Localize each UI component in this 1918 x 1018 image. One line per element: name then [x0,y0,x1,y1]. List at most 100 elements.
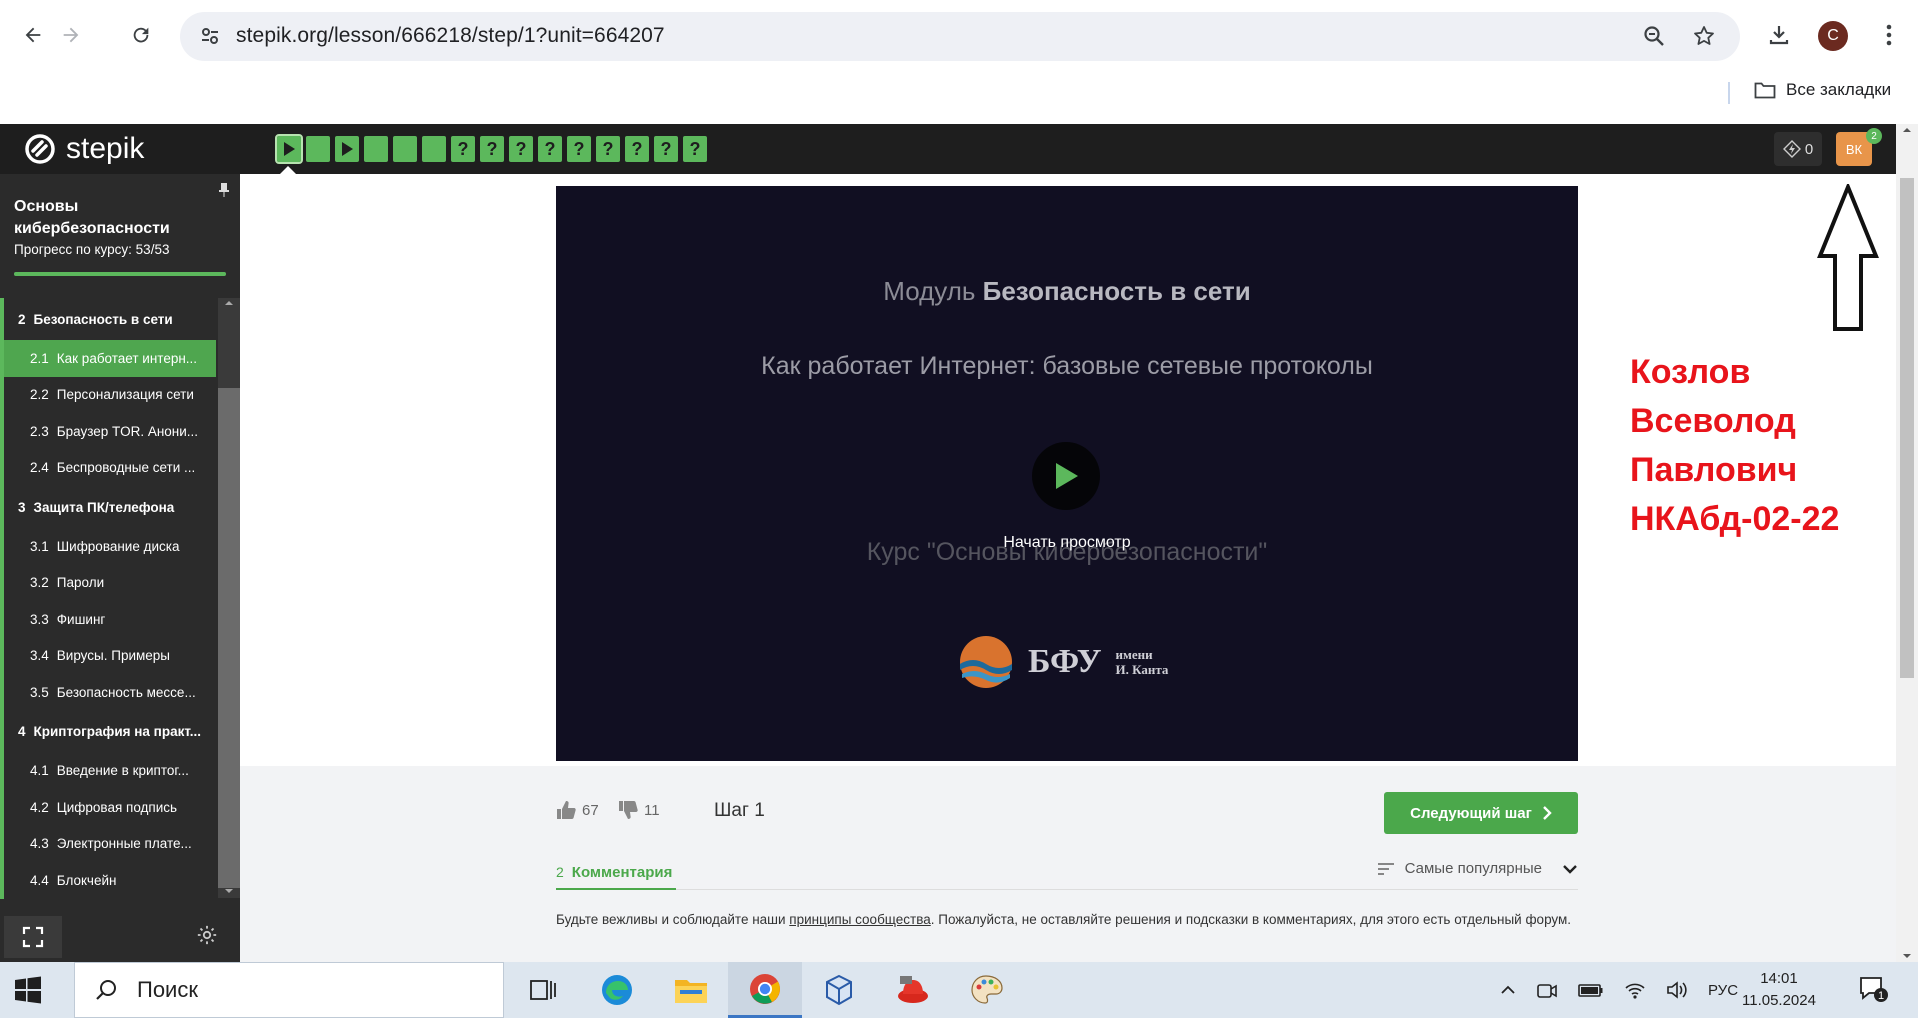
windows-logo-icon [15,976,41,1004]
pin-icon[interactable] [218,182,230,198]
meet-now-icon[interactable] [1536,980,1558,1000]
next-step-button[interactable]: Следующий шаг [1384,792,1578,834]
energy-badge[interactable]: 0 [1774,132,1822,166]
sidebar-lesson-item[interactable]: 4.4 Блокчейн [0,862,216,899]
lesson-title: Персонализация сети [56,387,194,403]
dislike-button[interactable]: 11 [618,800,660,820]
profile-avatar[interactable]: C [1818,21,1848,51]
comments-sort-select[interactable]: Самые популярные [1377,860,1578,877]
start-viewing-label[interactable]: Начать просмотр [556,534,1578,552]
notification-count-badge: 2 [1866,128,1882,144]
taskbar-paint[interactable] [950,962,1024,1018]
sidebar-section-header[interactable]: 2 Безопасность в сети [0,298,216,340]
sidebar-lesson-item[interactable]: 2.2 Персонализация сети [0,376,216,413]
back-button[interactable] [16,18,50,52]
chevron-down-icon [1563,864,1577,874]
lesson-number: 3.1 [30,538,49,554]
step-indicator[interactable] [335,136,359,162]
start-button[interactable] [14,976,42,1004]
step-indicator[interactable]: ? [596,136,620,162]
bfu-logo: БФУ имени И. Канта [958,634,1168,690]
stepik-logo[interactable]: stepik [24,132,144,166]
settings-button[interactable] [196,924,218,946]
step-indicator[interactable]: ? [654,136,678,162]
site-settings-icon[interactable] [200,26,220,46]
step-label: Шаг 1 [714,800,765,821]
sidebar-section-header[interactable]: 4 Криптография на практ... [0,710,216,753]
sidebar-lesson-item[interactable]: 3.1 Шифрование диска [0,528,216,565]
language-indicator[interactable]: РУС [1708,982,1738,999]
search-icon [96,980,116,1000]
sidebar-lesson-item[interactable]: 3.3 Фишинг [0,601,216,638]
address-bar[interactable]: stepik.org/lesson/666218/step/1?unit=664… [180,12,1740,61]
reload-button[interactable] [124,18,158,52]
taskbar-edge[interactable] [580,962,654,1018]
step-indicator[interactable]: ? [538,136,562,162]
lesson-title: Браузер TOR. Анони... [56,423,199,439]
step-indicator[interactable] [393,136,417,162]
step-indicator[interactable]: ? [509,136,533,162]
all-bookmarks-button[interactable]: Все закладки [1754,80,1891,100]
forward-button[interactable] [54,18,88,52]
fullscreen-button[interactable] [4,916,62,958]
thumbs-up-icon [557,801,576,819]
notification-icon: 1 [1860,977,1888,1002]
sidebar-scrollbar-thumb[interactable] [218,388,240,888]
community-guidelines-link[interactable]: принципы сообщества [789,912,930,927]
notification-center-button[interactable]: 1 [1858,974,1888,1004]
bookmark-star-icon[interactable] [1692,24,1716,48]
battery-icon[interactable] [1578,982,1604,998]
download-button[interactable] [1762,18,1796,52]
task-view-button[interactable] [506,962,580,1018]
taskbar-virtualbox[interactable] [802,962,876,1018]
edge-icon [602,975,632,1005]
url-text[interactable]: stepik.org/lesson/666218/step/1?unit=664… [236,24,665,48]
bfu-logo-subtitle-1: имени [1115,647,1153,662]
taskbar-chrome[interactable] [728,962,802,1018]
step-indicator[interactable]: ? [480,136,504,162]
taskbar-search-placeholder: Поиск [137,977,198,1002]
sidebar-lesson-item[interactable]: 2.3 Браузер TOR. Анони... [0,413,216,450]
play-button[interactable] [1032,442,1100,510]
chevron-up-icon[interactable] [1500,985,1516,995]
taskbar-file-explorer[interactable] [654,962,728,1018]
zoom-icon[interactable] [1642,24,1666,48]
step-indicator[interactable]: ? [451,136,475,162]
lesson-number: 4.3 [30,836,49,852]
sidebar-lesson-item[interactable]: 3.5 Безопасность мессе... [0,674,216,711]
course-sidebar: Основы кибербезопасности Прогресс по кур… [0,174,240,962]
sidebar-lesson-item[interactable]: 3.4 Вирусы. Примеры [0,637,216,674]
sidebar-lesson-item[interactable]: 2.1 Как работает интерн... [0,340,216,377]
taskbar-search[interactable]: Поиск [74,962,504,1018]
sidebar-scrollbar[interactable] [218,298,240,898]
wifi-icon[interactable] [1624,980,1646,1000]
sidebar-lesson-item[interactable]: 4.3 Электронные плате... [0,825,216,862]
bfu-logo-subtitle: имени И. Канта [1116,647,1169,677]
student-name-line: Всеволод [1630,402,1796,440]
student-name-line: Павлович [1630,451,1798,489]
tab-comments[interactable]: 2 Комментария [556,856,677,890]
step-indicator[interactable] [275,134,303,164]
step-indicator[interactable] [422,136,446,162]
video-player[interactable]: Модуль Безопасность в сети Как работает … [556,186,1578,761]
page-scrollbar[interactable] [1896,124,1918,962]
course-title[interactable]: Основы кибербезопасности [14,196,204,240]
scroll-down-icon [225,889,233,893]
chrome-menu-button[interactable] [1872,18,1906,52]
sidebar-lesson-item[interactable]: 2.4 Беспроводные сети ... [0,449,216,486]
page-scrollbar-thumb[interactable] [1900,178,1914,678]
like-button[interactable]: 67 [556,800,599,820]
sidebar-lesson-item[interactable]: 4.1 Введение в криптог... [0,752,216,789]
step-indicator[interactable]: ? [683,136,707,162]
step-indicator[interactable]: ? [625,136,649,162]
taskbar-clock[interactable]: 14:01 11.05.2024 [1742,968,1816,1012]
sidebar-lesson-item[interactable]: 3.2 Пароли [0,564,216,601]
volume-icon[interactable] [1666,980,1688,1000]
sidebar-lesson-item[interactable]: 4.2 Цифровая подпись [0,789,216,826]
lesson-title: Безопасность мессе... [56,684,196,700]
step-indicator[interactable]: ? [567,136,591,162]
step-indicator[interactable] [306,136,330,162]
step-indicator[interactable] [364,136,388,162]
taskbar-app-red[interactable] [876,962,950,1018]
sidebar-section-header[interactable]: 3 Защита ПК/телефона [0,486,216,528]
